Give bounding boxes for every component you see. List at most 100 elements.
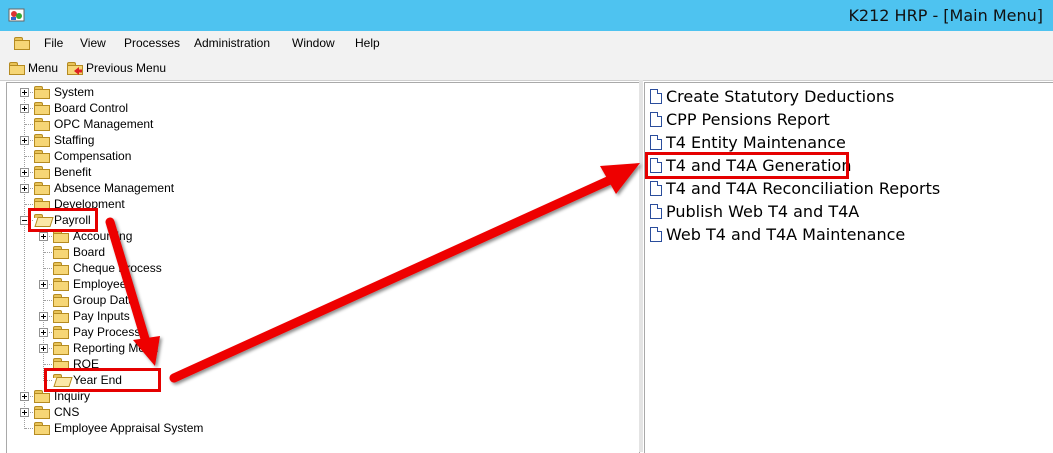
tree-item-staffing[interactable]: Staffing [34,132,94,148]
tree-item-label: Employee [73,277,127,291]
document-icon [650,111,662,127]
folder-icon [34,421,50,435]
tree-connector [44,300,52,301]
tree-item-compensation[interactable]: Compensation [34,148,131,164]
tree-item-label: Employee Appraisal System [54,421,204,435]
previous-menu-button[interactable]: Previous Menu [67,59,166,77]
app-icon[interactable] [8,6,26,24]
expand-icon[interactable] [39,232,48,241]
list-item-create-statutory-deductions[interactable]: Create Statutory Deductions [650,86,894,106]
tree-item-pay-process[interactable]: Pay Process [53,324,140,340]
tree-item-label: CNS [54,405,80,419]
tree-item-reporting-menu[interactable]: Reporting Menu [53,340,158,356]
expand-icon[interactable] [39,328,48,337]
list-item-label: T4 and T4A Reconciliation Reports [666,178,941,198]
menu-button-label: Menu [28,61,59,75]
menu-bar: File View Processes Administration Windo… [0,31,1053,55]
menu-processes[interactable]: Processes [124,36,180,50]
tree-item-benefit[interactable]: Benefit [34,164,91,180]
tree-connector [44,364,52,365]
folder-icon [34,133,50,147]
tree-item-label: Pay Inputs [73,309,130,323]
folder-icon [53,309,69,323]
tree-item-label: Absence Management [54,181,175,195]
menu-help[interactable]: Help [355,36,380,50]
tree-connector [25,204,33,205]
list-item-t4-and-t4a-reconciliation-reports[interactable]: T4 and T4A Reconciliation Reports [650,178,940,198]
tree-item-group-data[interactable]: Group Data [53,292,135,308]
tree-item-opc-management[interactable]: OPC Management [34,116,153,132]
folder-icon [34,405,50,419]
list-item-label: T4 Entity Maintenance [666,132,846,152]
menu-view[interactable]: View [80,36,106,50]
expand-icon[interactable] [39,312,48,321]
tree-item-cns[interactable]: CNS [34,404,79,420]
tree-item-label: Compensation [54,149,132,163]
title-bar: K212 HRP - [Main Menu] [0,0,1053,31]
list-item-label: Create Statutory Deductions [666,86,895,106]
tree-connector [25,124,33,125]
tree-item-label: System [54,85,95,99]
tree-item-absence-management[interactable]: Absence Management [34,180,174,196]
list-item-label: Publish Web T4 and T4A [666,201,860,221]
folder-icon [34,165,50,179]
folder-icon[interactable] [14,37,30,50]
tree-item-label: Cheque Process [73,261,162,275]
expand-icon[interactable] [39,344,48,353]
list-item-t4-entity-maintenance[interactable]: T4 Entity Maintenance [650,132,846,152]
tree-item-pay-inputs[interactable]: Pay Inputs [53,308,130,324]
folder-icon [53,261,69,275]
document-icon [650,134,662,150]
tree-item-label: Board [73,245,106,259]
menu-button[interactable]: Menu [9,59,58,77]
tree-item-system[interactable]: System [34,84,94,100]
expand-icon[interactable] [39,280,48,289]
folder-icon [53,341,69,355]
tree-item-label: OPC Management [54,117,154,131]
expand-icon[interactable] [20,408,29,417]
menu-administration[interactable]: Administration [194,36,270,50]
list-item-label: Web T4 and T4A Maintenance [666,224,906,244]
tree-connector [44,268,52,269]
folder-icon [34,85,50,99]
menu-window[interactable]: Window [292,36,335,50]
list-item-cpp-pensions-report[interactable]: CPP Pensions Report [650,109,830,129]
folder-icon [53,293,69,307]
tree-item-label: Board Control [54,101,129,115]
tree-item-label: Benefit [54,165,92,179]
tree-connector [44,252,52,253]
list-item-publish-web-t4-and-t4a[interactable]: Publish Web T4 and T4A [650,201,859,221]
tree-item-label: Group Data [73,293,136,307]
tree-item-board-control[interactable]: Board Control [34,100,128,116]
previous-menu-label: Previous Menu [86,61,167,75]
pane-splitter[interactable] [639,80,643,452]
menu-file[interactable]: File [44,36,63,50]
folder-icon [34,101,50,115]
folder-icon [34,149,50,163]
document-icon [650,226,662,242]
expand-icon[interactable] [20,136,29,145]
window-title: K212 HRP - [Main Menu] [848,6,1043,25]
tree-item-cheque-process[interactable]: Cheque Process [53,260,162,276]
expand-icon[interactable] [20,88,29,97]
tree-item-label: Pay Process [73,325,141,339]
expand-icon[interactable] [20,392,29,401]
folder-icon [53,245,69,259]
expand-icon[interactable] [20,168,29,177]
expand-icon[interactable] [20,104,29,113]
folder-back-icon [67,61,83,75]
folder-icon [53,277,69,291]
list-item-label: CPP Pensions Report [666,109,830,129]
tree-item-board[interactable]: Board [53,244,105,260]
tree-item-employee-appraisal-system[interactable]: Employee Appraisal System [34,420,203,436]
document-icon [650,88,662,104]
tree-connector [25,428,33,429]
document-icon [650,203,662,219]
list-item-web-t4-and-t4a-maintenance[interactable]: Web T4 and T4A Maintenance [650,224,905,244]
folder-icon [34,181,50,195]
tree-item-label: Reporting Menu [73,341,159,355]
folder-icon [53,325,69,339]
tree-item-employee[interactable]: Employee [53,276,126,292]
expand-icon[interactable] [20,184,29,193]
tree-item-label: Staffing [54,133,95,147]
